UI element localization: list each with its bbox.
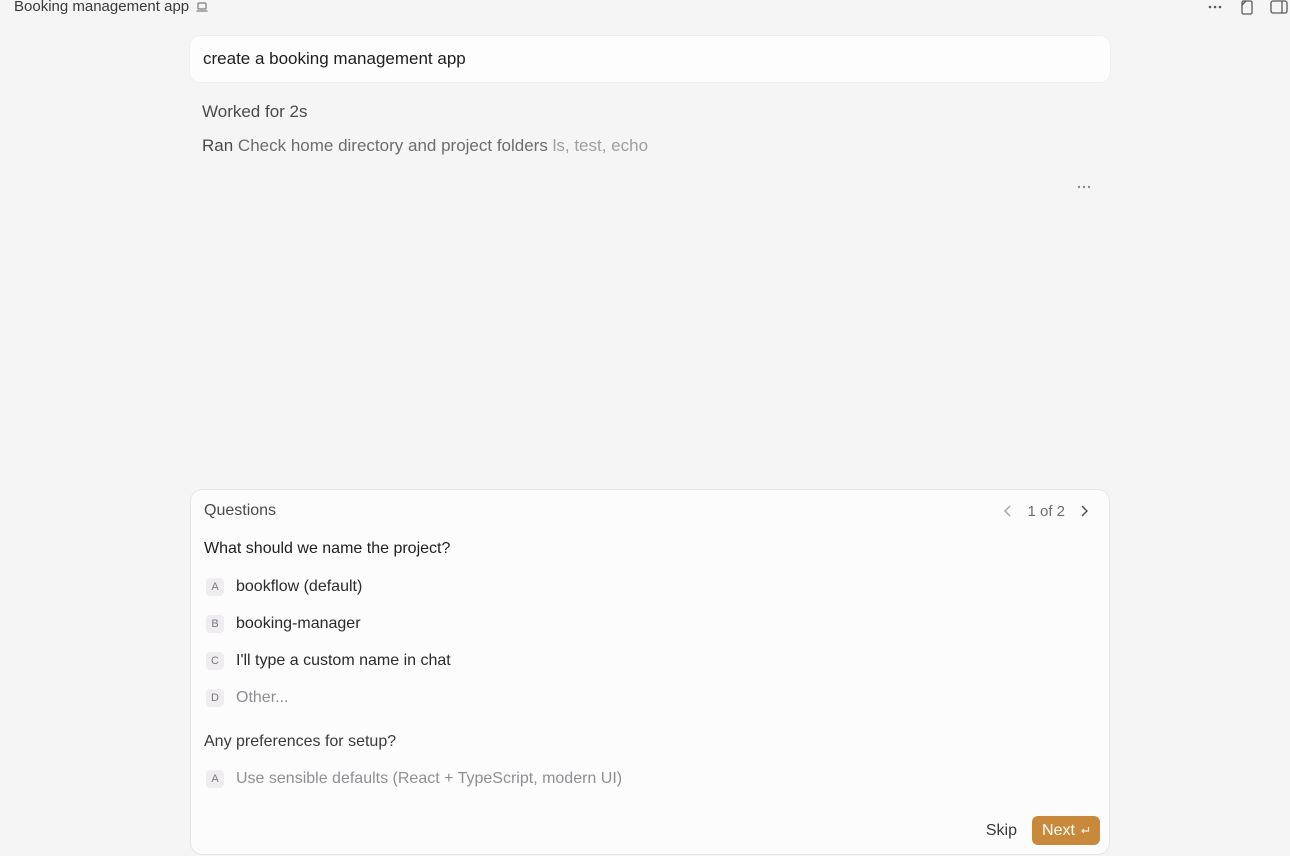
option-sensible-defaults[interactable]: A Use sensible defaults (React + TypeScr… xyxy=(206,770,622,788)
questions-panel: Questions 1 of 2 What should we name the… xyxy=(190,489,1110,855)
option-key: A xyxy=(206,770,224,788)
question-pager: 1 of 2 xyxy=(999,502,1093,520)
more-icon[interactable] xyxy=(1206,0,1224,16)
option-custom-name[interactable]: C I'll type a custom name in chat xyxy=(206,652,451,670)
sidebar-toggle-icon[interactable] xyxy=(1270,0,1288,16)
option-key: D xyxy=(206,689,224,707)
option-booking-manager[interactable]: B booking-manager xyxy=(206,615,361,633)
chevron-right-icon[interactable] xyxy=(1075,502,1093,520)
question-title: What should we name the project? xyxy=(204,540,451,557)
user-message: create a booking management app xyxy=(190,36,1110,82)
pager-text: 1 of 2 xyxy=(1027,502,1065,520)
enter-icon xyxy=(1080,824,1090,838)
ran-step[interactable]: Ran Check home directory and project fol… xyxy=(202,136,648,156)
window-title: Booking management app xyxy=(14,0,209,15)
chevron-left-icon[interactable] xyxy=(999,502,1017,520)
question-title: Any preferences for setup? xyxy=(204,733,397,750)
option-label: Other... xyxy=(236,689,289,706)
option-label: I'll type a custom name in chat xyxy=(236,652,451,669)
option-key: C xyxy=(206,652,224,670)
option-bookflow[interactable]: A bookflow (default) xyxy=(206,578,362,596)
option-other[interactable]: D Other... xyxy=(206,689,288,707)
ran-description: Check home directory and project folders xyxy=(237,136,548,155)
user-message-text: create a booking management app xyxy=(203,49,466,68)
option-label: bookflow (default) xyxy=(236,578,363,595)
next-button[interactable]: Next xyxy=(1032,816,1100,845)
ran-commands: ls, test, echo xyxy=(552,136,649,155)
option-label: Use sensible defaults (React + TypeScrip… xyxy=(236,770,623,787)
window-actions xyxy=(1206,0,1290,16)
ellipsis-icon[interactable] xyxy=(1074,176,1094,192)
option-key: A xyxy=(206,578,224,596)
copy-icon[interactable] xyxy=(1238,0,1256,16)
questions-header: Questions xyxy=(204,502,277,519)
option-key: B xyxy=(206,615,224,633)
ran-label: Ran xyxy=(202,136,234,155)
window-title-text: Booking management app xyxy=(14,0,190,15)
next-label: Next xyxy=(1042,821,1075,839)
option-label: booking-manager xyxy=(236,615,361,632)
title-bar: Booking management app xyxy=(0,0,1290,20)
worked-status: Worked for 2s xyxy=(202,102,308,121)
laptop-icon xyxy=(195,0,209,14)
skip-button[interactable]: Skip xyxy=(986,822,1017,840)
